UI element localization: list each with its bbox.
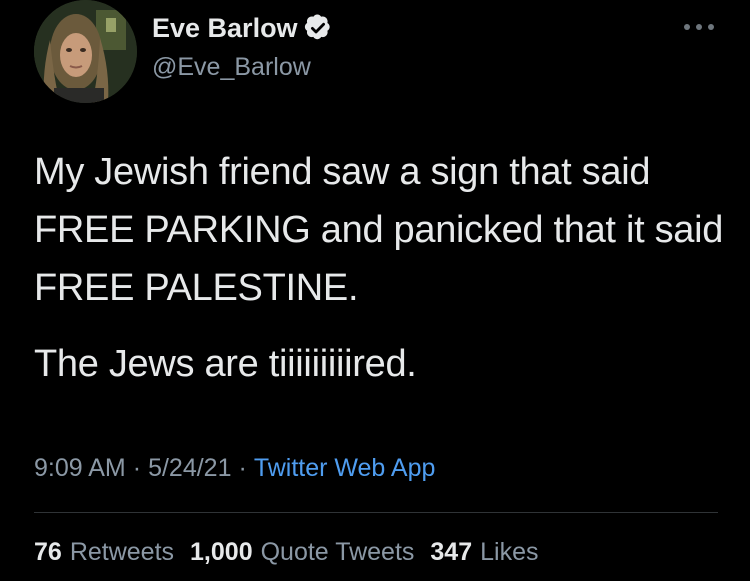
avatar[interactable] [34, 0, 137, 103]
likes-stat[interactable]: 347 Likes [430, 536, 538, 568]
author-display-name[interactable]: Eve Barlow [152, 12, 298, 44]
quote-tweets-count: 1,000 [190, 538, 253, 566]
tweet-source-link[interactable]: Twitter Web App [254, 454, 436, 482]
tweet-paragraph: The Jews are tiiiiiiiiired. [34, 343, 417, 385]
tweet: Eve Barlow @Eve_Barlow My Jewish friend … [0, 0, 750, 581]
divider [34, 512, 718, 513]
profile-photo [34, 0, 137, 103]
tweet-paragraph: My Jewish friend saw a sign that said FR… [34, 151, 724, 309]
author-name-row[interactable]: Eve Barlow [152, 12, 332, 44]
likes-label: Likes [480, 538, 539, 566]
retweets-stat[interactable]: 76 Retweets [34, 536, 174, 568]
author-handle[interactable]: @Eve_Barlow [152, 52, 311, 82]
retweets-label: Retweets [69, 538, 175, 566]
tweet-stats: 76 Retweets 1,000 Quote Tweets 347 Likes [34, 536, 538, 568]
meta-separator: · [238, 454, 247, 482]
tweet-time[interactable]: 9:09 AM [34, 454, 126, 482]
quote-tweets-stat[interactable]: 1,000 Quote Tweets [190, 536, 414, 568]
tweet-date[interactable]: 5/24/21 [148, 454, 231, 482]
verified-badge-icon [304, 14, 330, 40]
likes-count: 347 [430, 538, 473, 566]
tweet-text: My Jewish friend saw a sign that said FR… [34, 143, 724, 393]
more-horizontal-icon[interactable] [682, 20, 716, 34]
tweet-meta: 9:09 AM · 5/24/21 · Twitter Web App [34, 452, 435, 484]
quote-tweets-label: Quote Tweets [260, 538, 415, 566]
meta-separator: · [132, 454, 142, 482]
retweets-count: 76 [34, 538, 62, 566]
